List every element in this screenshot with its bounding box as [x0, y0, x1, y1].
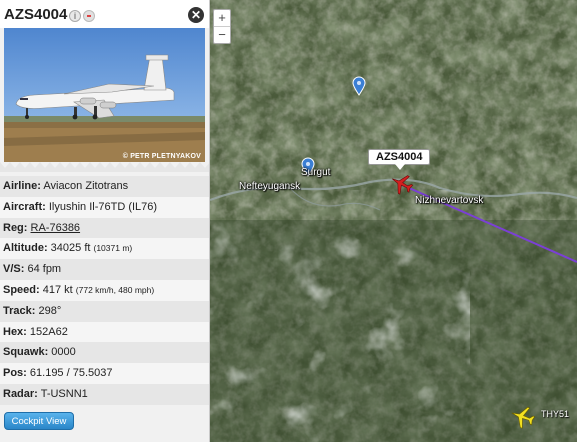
satellite-terrain [210, 0, 577, 442]
detail-row-track: Track: 298° [0, 300, 209, 322]
info-icon[interactable]: i [69, 10, 81, 22]
speed-alt-units: (772 km/h, 480 mph) [75, 284, 155, 295]
detail-row-radar: Radar: T-USNN1 [0, 383, 209, 405]
reg-label: Reg: [3, 221, 28, 234]
cockpit-view-button[interactable]: Cockpit View [4, 412, 74, 430]
vs-value: 64 fpm [27, 263, 62, 276]
map-pin-icon[interactable] [352, 76, 366, 96]
panel-header: AZS4004 i ✕ [0, 0, 209, 28]
radar-value: T-USNN1 [40, 387, 88, 400]
speed-value: 417 kt [42, 283, 73, 296]
vs-label: V/S: [3, 263, 25, 276]
detail-row-vs: V/S: 64 fpm [0, 259, 209, 280]
selected-aircraft-icon[interactable] [390, 172, 414, 196]
close-icon[interactable]: ✕ [188, 7, 204, 23]
aircraft-value: Ilyushin Il-76TD (IL76) [48, 200, 158, 213]
radar-label: Radar: [3, 387, 38, 400]
aircraft-photo-image [4, 28, 205, 162]
city-label-nizhnevartovsk: Nizhnevartovsk [415, 195, 484, 206]
flight-details: Airline: Aviacon Zitotrans Aircraft: Ily… [0, 176, 209, 405]
altitude-meters: (10371 m) [93, 243, 133, 254]
altitude-label: Altitude: [3, 242, 48, 255]
other-flight-label[interactable]: THY51 [541, 409, 569, 419]
hex-label: Hex: [3, 325, 27, 338]
hide-icon[interactable] [83, 10, 95, 22]
squawk-label: Squawk: [3, 346, 49, 359]
track-label: Track: [3, 304, 36, 317]
zigzag-divider [0, 162, 209, 172]
flight-info-panel: AZS4004 i ✕ © PETR PLETNYAKOV Airline: A… [0, 0, 210, 442]
pos-label: Pos: [3, 367, 27, 380]
aircraft-photo: © PETR PLETNYAKOV [4, 28, 205, 162]
reg-link[interactable]: RA-76386 [31, 222, 81, 234]
city-label-surgut: Surgut [301, 167, 331, 178]
airline-label: Airline: [3, 180, 41, 192]
detail-row-speed: Speed: 417 kt (772 km/h, 480 mph) [0, 279, 209, 301]
altitude-value: 34025 ft [50, 242, 91, 255]
map-view[interactable]: + − Surgut Nefteyugansk Nizhnevartovsk A… [210, 0, 577, 442]
speed-label: Speed: [3, 283, 40, 296]
zoom-in-button[interactable]: + [214, 10, 230, 27]
flight-id-title: AZS4004 [4, 6, 68, 23]
detail-row-squawk: Squawk: 0000 [0, 342, 209, 364]
zoom-controls: + − [213, 9, 231, 44]
photo-credit: © PETR PLETNYAKOV [122, 153, 201, 160]
detail-row-pos: Pos: 61.195 / 75.5037 [0, 363, 209, 384]
detail-row-aircraft: Aircraft: Ilyushin Il-76TD (IL76) [0, 196, 209, 218]
city-label-nefteyugansk: Nefteyugansk [239, 181, 301, 192]
hex-value: 152A62 [29, 325, 68, 338]
aircraft-label: Aircraft: [3, 200, 46, 213]
zoom-out-button[interactable]: − [214, 27, 230, 43]
detail-row-airline: Airline: Aviacon Zitotrans [0, 176, 209, 197]
track-value: 298° [38, 304, 62, 317]
detail-row-reg: Reg: RA-76386 [0, 217, 209, 239]
selected-flight-tag[interactable]: AZS4004 [368, 149, 431, 170]
airline-value: Aviacon Zitotrans [43, 180, 129, 192]
detail-row-hex: Hex: 152A62 [0, 321, 209, 343]
pos-value: 61.195 / 75.5037 [29, 367, 113, 380]
squawk-value: 0000 [51, 346, 76, 359]
detail-row-altitude: Altitude: 34025 ft (10371 m) [0, 238, 209, 260]
other-aircraft-icon[interactable] [510, 404, 536, 430]
